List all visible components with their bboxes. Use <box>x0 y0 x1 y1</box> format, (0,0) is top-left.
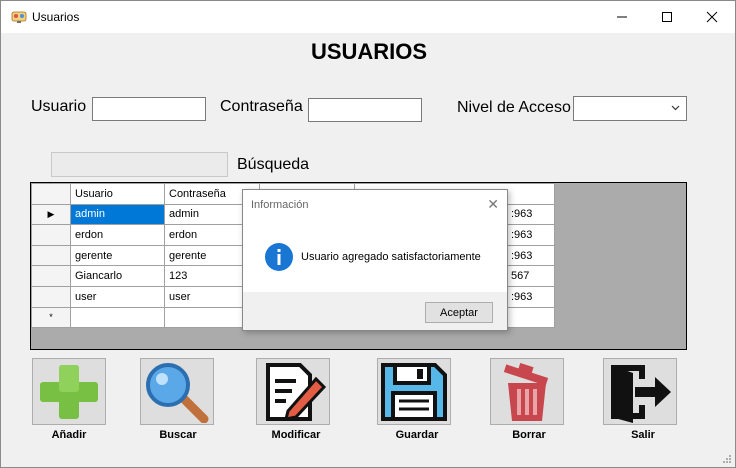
dialog-title: Información <box>251 199 309 211</box>
close-button[interactable] <box>689 1 735 33</box>
close-icon <box>706 11 718 23</box>
maximize-icon <box>662 12 672 22</box>
add-button[interactable] <box>32 358 106 425</box>
delete-button[interactable] <box>490 358 564 425</box>
exit-label: Salir <box>631 429 655 441</box>
save-button[interactable] <box>377 358 451 425</box>
dialog-close-icon[interactable]: ✕ <box>487 196 499 213</box>
cell-usuario[interactable] <box>70 306 165 329</box>
password-input[interactable] <box>308 98 422 122</box>
save-label: Guardar <box>395 429 439 441</box>
cell-usuario[interactable]: Giancarlo <box>70 265 165 287</box>
usuario-label: Usuario <box>31 98 87 115</box>
search-input[interactable] <box>51 152 228 177</box>
row-header[interactable] <box>31 224 71 246</box>
app-icon <box>11 11 27 23</box>
floppy-disk-icon <box>381 362 447 421</box>
search-action-label: Buscar <box>159 429 197 441</box>
magnifier-icon <box>146 362 209 423</box>
column-header-usuario[interactable]: Usuario <box>70 183 165 205</box>
cell-usuario[interactable]: erdon <box>70 224 165 246</box>
plus-icon <box>40 364 98 419</box>
row-header[interactable] <box>31 244 71 267</box>
search-button[interactable] <box>140 358 214 425</box>
add-label: Añadir <box>51 429 87 441</box>
delete-label: Borrar <box>512 429 546 441</box>
nivel-acceso-select[interactable] <box>573 96 687 121</box>
row-header-corner[interactable] <box>31 183 71 205</box>
cell-usuario[interactable]: admin <box>70 203 165 226</box>
usuario-input[interactable] <box>92 97 206 121</box>
minimize-button[interactable] <box>599 1 645 33</box>
dialog-message: Usuario agregado satisfactoriamente <box>301 251 481 263</box>
password-label: Contraseña <box>220 98 303 115</box>
window-title: Usuarios <box>32 10 80 24</box>
row-header[interactable] <box>31 285 71 308</box>
search-label: Búsqueda <box>237 156 310 173</box>
chevron-down-icon <box>671 105 680 111</box>
row-header[interactable] <box>31 265 71 287</box>
title-bar[interactable]: Usuarios <box>1 1 735 33</box>
exit-button[interactable] <box>603 358 677 425</box>
resize-grip-icon[interactable] <box>722 454 732 464</box>
new-row-marker[interactable]: * <box>31 306 71 329</box>
info-icon <box>265 243 293 271</box>
exit-door-icon <box>611 364 671 423</box>
dialog-footer: Aceptar <box>243 292 507 330</box>
modify-label: Modificar <box>271 429 321 441</box>
edit-document-icon <box>266 362 327 421</box>
modify-button[interactable] <box>256 358 330 425</box>
cell-usuario[interactable]: gerente <box>70 244 165 267</box>
maximize-button[interactable] <box>644 1 690 33</box>
current-row-marker[interactable]: ▶ <box>31 203 71 226</box>
cell-usuario[interactable]: user <box>70 285 165 308</box>
trash-icon <box>503 362 549 421</box>
nivel-acceso-label: Nivel de Acceso <box>457 99 571 116</box>
info-dialog: Información ✕ Usuario agregado satisfact… <box>242 189 508 331</box>
page-title: USUARIOS <box>310 39 428 64</box>
minimize-icon <box>617 16 627 18</box>
accept-button[interactable]: Aceptar <box>425 302 493 323</box>
usuarios-window: Usuarios USUARIOS Usuario Contraseña Niv… <box>0 0 736 468</box>
